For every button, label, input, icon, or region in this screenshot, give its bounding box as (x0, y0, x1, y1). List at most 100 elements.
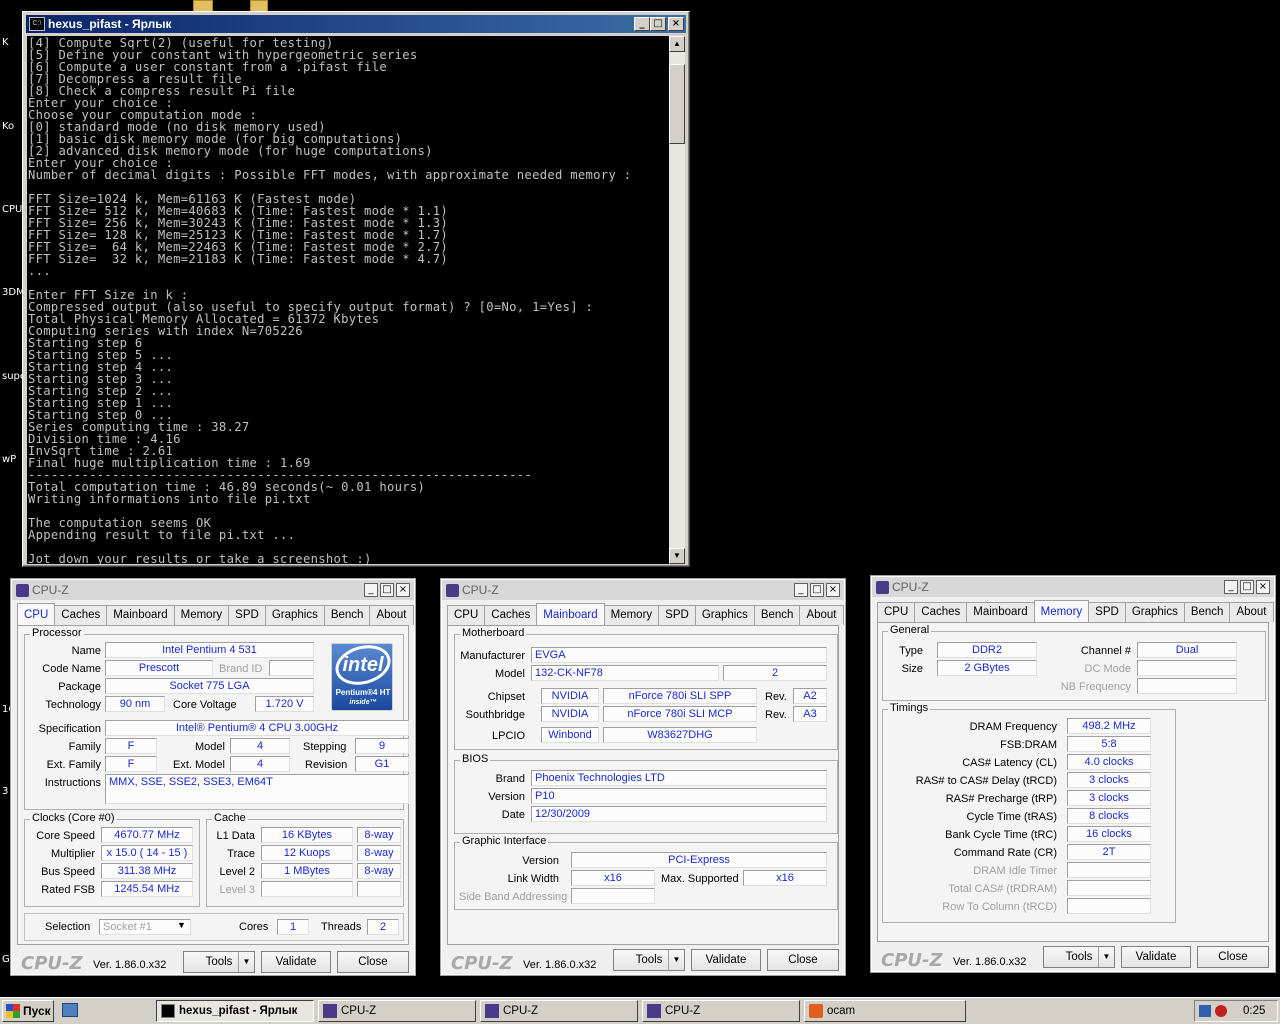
trc-label: Bank Cycle Time (tRC) (945, 829, 1057, 841)
taskbar-item-cpuz[interactable]: CPU-Z (318, 1000, 476, 1022)
size-value: 2 GBytes (937, 660, 1037, 676)
start-button[interactable]: Пуск (2, 1000, 54, 1022)
channel-value: Dual (1137, 642, 1237, 658)
l1-label: L1 Data (216, 830, 255, 842)
tab-cpu[interactable]: CPU (17, 603, 56, 625)
version-text: Ver. 1.86.0.x32 (523, 959, 597, 971)
cpuz-window-mainboard[interactable]: CPU-Z _ □ × CPU Caches Mainboard Memory … (440, 578, 846, 976)
tools-button[interactable]: Tools ▼ (183, 951, 255, 973)
tab-cpu[interactable]: CPU (447, 605, 486, 625)
validate-button[interactable]: Validate (691, 949, 761, 971)
volume-muted-icon[interactable] (1215, 1005, 1227, 1017)
maximize-button[interactable]: □ (810, 583, 824, 597)
validate-button[interactable]: Validate (1121, 946, 1191, 968)
close-window-button[interactable]: Close (1197, 946, 1269, 968)
validate-button[interactable]: Validate (261, 951, 331, 973)
tab-spd[interactable]: SPD (658, 605, 696, 625)
group-label: Motherboard (460, 627, 527, 639)
intel-logo: intel Pentium®4 HT inside™ (331, 639, 395, 711)
desktop-icon-label[interactable]: K (2, 37, 22, 48)
console-line: Writing informations into file pi.txt (28, 492, 311, 506)
tab-memory[interactable]: Memory (603, 605, 660, 625)
extmodel-label: Ext. Model (173, 759, 225, 771)
desktop-icon-label[interactable]: Ko (2, 121, 22, 132)
close-button[interactable]: × (668, 17, 684, 31)
tab-caches[interactable]: Caches (484, 605, 538, 625)
tab-spd[interactable]: SPD (1088, 602, 1126, 622)
tab-memory[interactable]: Memory (173, 605, 230, 625)
tab-about[interactable]: About (1229, 602, 1274, 622)
trc-value: 16 clocks (1067, 826, 1151, 842)
tab-mainboard[interactable]: Mainboard (106, 605, 175, 625)
tab-cpu[interactable]: CPU (877, 602, 916, 622)
console-titlebar[interactable]: C:\ hexus_pifast - Ярлык _ □ × (26, 15, 686, 33)
tab-mainboard[interactable]: Mainboard (966, 602, 1035, 622)
taskbar-item-cpuz[interactable]: CPU-Z (480, 1000, 638, 1022)
close-button[interactable]: × (396, 583, 410, 597)
tab-graphics[interactable]: Graphics (264, 605, 325, 625)
scroll-down-icon[interactable]: ▼ (669, 548, 685, 564)
minimize-button[interactable]: _ (794, 583, 808, 597)
package-value: Socket 775 LGA (105, 678, 314, 694)
desktop-icon-label[interactable]: wP (2, 454, 22, 465)
maximize-button[interactable]: □ (380, 583, 394, 597)
minimize-button[interactable]: _ (634, 17, 650, 31)
cpuz-window-cpu[interactable]: CPU-Z _ □ × CPU Caches Mainboard Memory … (10, 578, 416, 976)
tab-graphics[interactable]: Graphics (1124, 602, 1185, 622)
scroll-up-icon[interactable]: ▲ (669, 36, 685, 52)
threads-value: 2 (367, 919, 399, 935)
cpuz-titlebar[interactable]: CPU-Z _ □ × (12, 580, 414, 600)
taskbar-item-cpuz[interactable]: CPU-Z (642, 1000, 800, 1022)
tab-mainboard[interactable]: Mainboard (536, 603, 605, 625)
taskbar-item-ocam[interactable]: ocam (804, 1000, 966, 1022)
tab-caches[interactable]: Caches (914, 602, 968, 622)
desktop-icon-label[interactable]: 3DM (2, 287, 22, 298)
chevron-down-icon[interactable]: ▼ (668, 950, 684, 970)
tab-about[interactable]: About (369, 605, 414, 625)
close-window-button[interactable]: Close (337, 951, 409, 973)
trdram-value (1067, 880, 1151, 896)
chevron-down-icon[interactable]: ▼ (177, 920, 186, 930)
close-button[interactable]: × (826, 583, 840, 597)
maximize-button[interactable]: □ (650, 17, 666, 31)
scroll-thumb[interactable] (669, 64, 685, 144)
console-window[interactable]: C:\ hexus_pifast - Ярлык _ □ × [4] Compu… (22, 11, 690, 567)
tools-button[interactable]: Tools ▼ (613, 949, 685, 971)
cpuz-title: CPU-Z (32, 583, 69, 597)
tab-bench[interactable]: Bench (753, 605, 801, 625)
rtc-label: Row To Column (tRCD) (942, 901, 1057, 913)
cpuz-titlebar[interactable]: CPU-Z _ □ × (442, 580, 844, 600)
show-desktop-icon[interactable] (62, 1003, 78, 1017)
cpuz-window-memory[interactable]: CPU-Z _ □ × CPU Caches Mainboard Memory … (870, 575, 1276, 973)
tab-bench[interactable]: Bench (323, 605, 371, 625)
tab-spd[interactable]: SPD (228, 605, 266, 625)
console-scrollbar[interactable]: ▲ ▼ (669, 36, 685, 564)
desktop-icon-label[interactable]: supe (2, 371, 22, 382)
chevron-down-icon[interactable]: ▼ (238, 952, 254, 972)
minimize-button[interactable]: _ (1224, 580, 1238, 594)
tools-label: Tools (635, 954, 663, 966)
clock[interactable]: 0:25 (1243, 1001, 1265, 1021)
tab-about[interactable]: About (799, 605, 844, 625)
tab-graphics[interactable]: Graphics (694, 605, 755, 625)
tab-memory[interactable]: Memory (1033, 600, 1090, 622)
tools-button[interactable]: Tools ▼ (1043, 946, 1115, 968)
ratedfsb-value: 1245.54 MHz (101, 881, 193, 897)
network-icon[interactable] (1199, 1005, 1211, 1017)
minimize-button[interactable]: _ (364, 583, 378, 597)
cpuz-titlebar[interactable]: CPU-Z _ □ × (872, 577, 1274, 597)
tab-caches[interactable]: Caches (54, 605, 108, 625)
extfamily-value: F (105, 756, 157, 772)
close-button[interactable]: × (1256, 580, 1270, 594)
threads-label: Threads (321, 921, 362, 933)
tab-bench[interactable]: Bench (1183, 602, 1231, 622)
maximize-button[interactable]: □ (1240, 580, 1254, 594)
chevron-down-icon[interactable]: ▼ (1098, 947, 1114, 967)
linkwidth-label: Link Width (507, 873, 559, 885)
desktop-icon-label[interactable]: CPU (2, 204, 22, 215)
console-output[interactable]: [4] Compute Sqrt(2) (useful for testing)… (27, 36, 669, 564)
close-window-button[interactable]: Close (767, 949, 839, 971)
console-line: Jot down your results or take a screensh… (28, 552, 372, 564)
chipset-label: Chipset (487, 691, 525, 703)
taskbar-item-console[interactable]: hexus_pifast - Ярлык (156, 1000, 314, 1022)
